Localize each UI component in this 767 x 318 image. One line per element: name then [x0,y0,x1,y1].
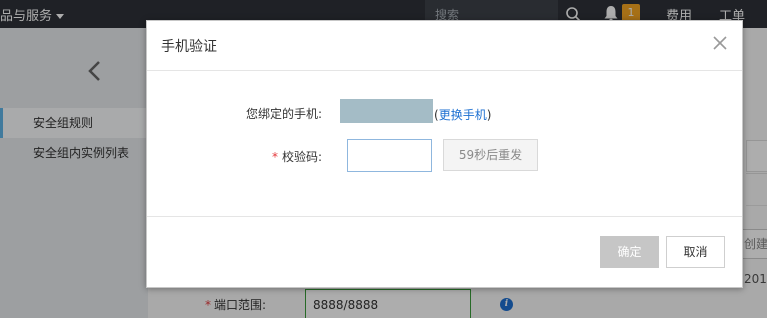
change-phone: (更换手机) [434,106,491,123]
resend-code-button[interactable]: 59秒后重发 [443,139,538,171]
dialog-footer-divider [147,216,742,217]
confirm-button[interactable]: 确定 [600,236,659,268]
dialog-header: 手机验证 [147,21,742,71]
change-phone-link[interactable]: 更换手机 [439,108,487,122]
close-icon[interactable] [713,36,727,50]
verification-code-label: * 校验码: [271,150,322,164]
dialog-title: 手机验证 [161,39,217,55]
phone-verification-dialog: 手机验证 您绑定的手机: (更换手机) * 校验码: 59秒后重发 确定 取消 [146,20,743,288]
change-phone-paren-close: ) [486,108,492,122]
masked-phone-number [340,99,433,123]
verification-code-label-text: 校验码: [281,150,322,164]
cancel-button[interactable]: 取消 [666,236,725,268]
bound-phone-label: 您绑定的手机: [245,107,322,121]
verification-code-input[interactable] [347,139,432,172]
